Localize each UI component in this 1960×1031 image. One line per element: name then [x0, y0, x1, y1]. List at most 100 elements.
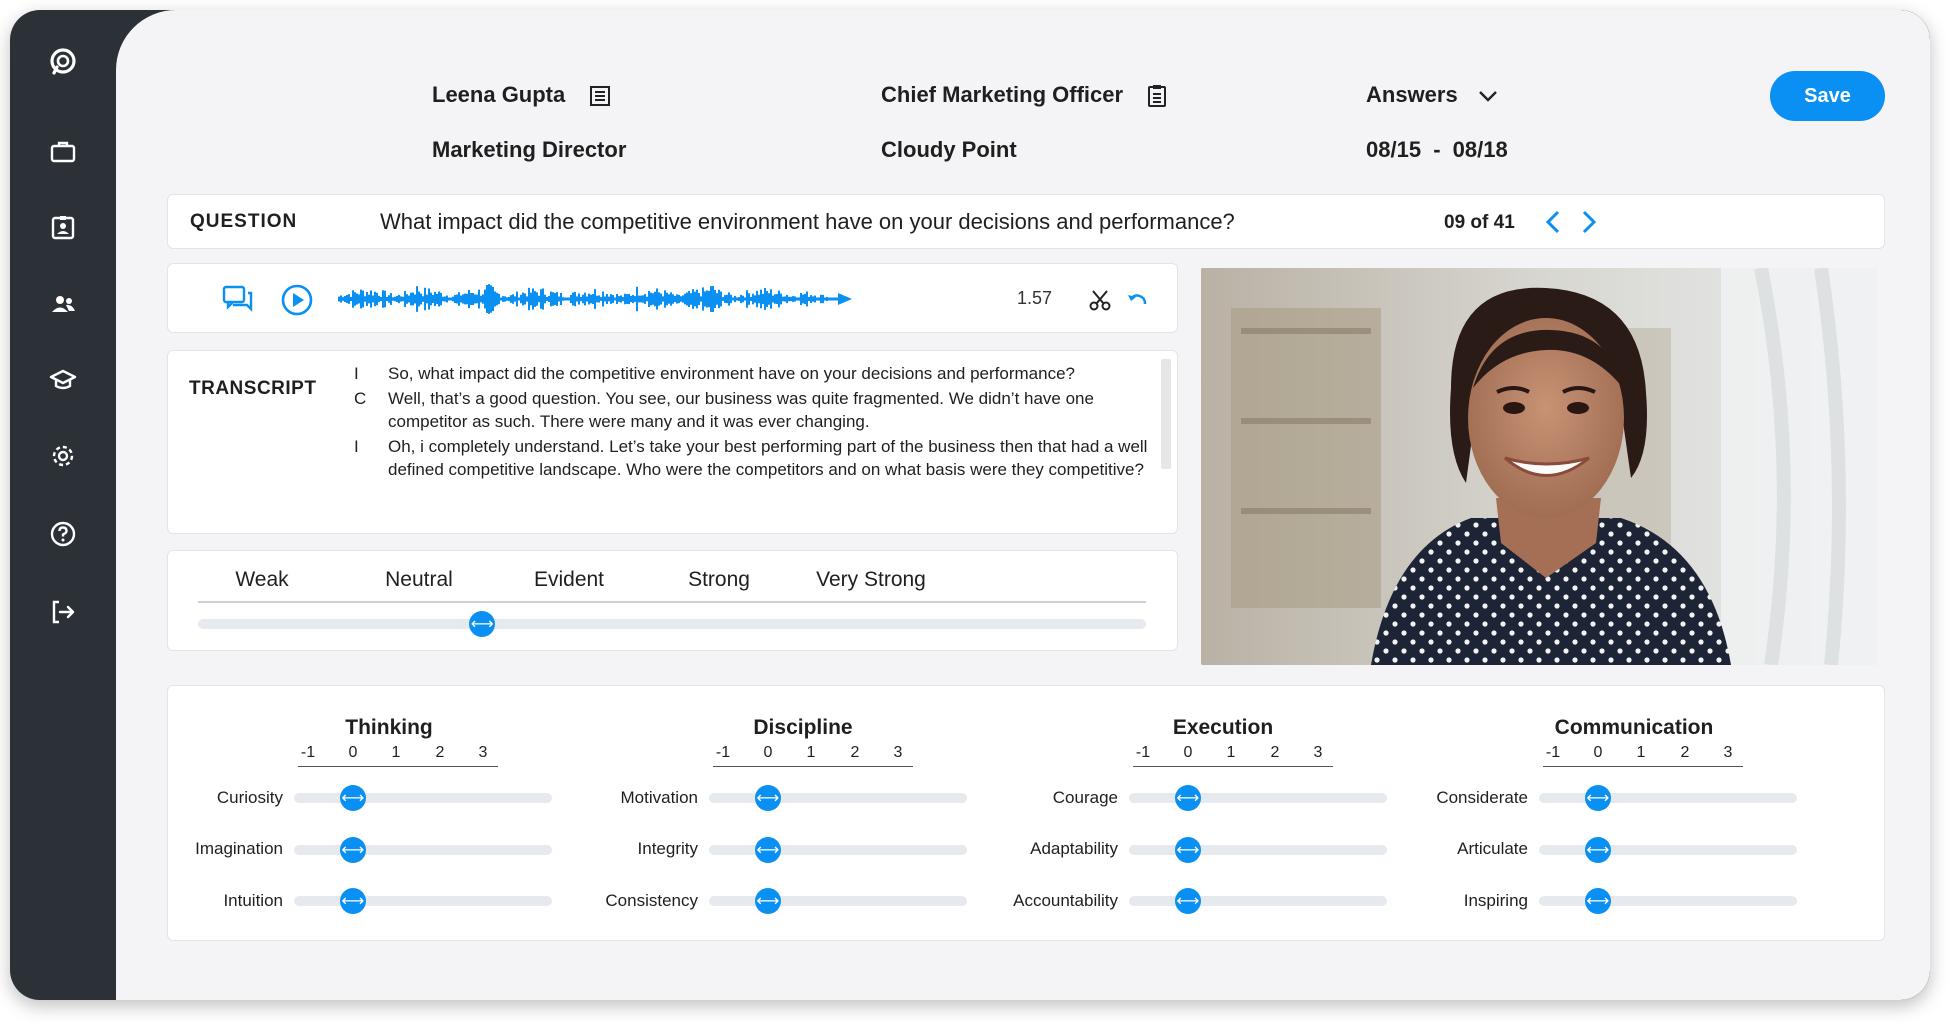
- waveform-bar: [462, 294, 464, 304]
- waveform-bar: [782, 296, 784, 302]
- waveform-bar: [376, 292, 378, 306]
- previous-question-icon[interactable]: [1540, 207, 1568, 237]
- answers-dropdown[interactable]: Answers: [1366, 82, 1498, 108]
- waveform-bar: [710, 286, 712, 312]
- waveform-bar: [598, 295, 600, 303]
- briefcase-icon[interactable]: [43, 132, 83, 172]
- trait-name: Motivation: [620, 788, 698, 807]
- trait-slider-handle[interactable]: ⟷: [340, 888, 366, 914]
- trait-slider-track[interactable]: [294, 793, 552, 803]
- double-arrow-icon: ⟷: [1586, 788, 1610, 807]
- trait-slider-handle[interactable]: ⟷: [755, 785, 781, 811]
- document-list-icon[interactable]: [589, 85, 611, 107]
- trait-slider-track[interactable]: [709, 845, 967, 855]
- graduation-cap-icon[interactable]: [43, 360, 83, 400]
- waveform-bar: [528, 287, 530, 311]
- waveform-bar: [360, 289, 362, 309]
- rating-slider-handle[interactable]: ⟷: [469, 611, 496, 637]
- trait-slider-handle[interactable]: ⟷: [1585, 888, 1611, 914]
- clipboard-icon[interactable]: [1147, 84, 1167, 108]
- waveform-bar: [346, 294, 348, 304]
- comments-icon[interactable]: [222, 285, 254, 315]
- waveform-bar: [470, 293, 472, 305]
- double-arrow-icon: ⟷: [1176, 788, 1200, 807]
- trait-slider-track[interactable]: [1129, 845, 1387, 855]
- waveform-bar: [378, 295, 380, 303]
- rating-label-very-strong[interactable]: Very Strong: [776, 568, 966, 592]
- waveform-bar: [484, 289, 486, 309]
- rating-slider-track[interactable]: [198, 619, 1146, 629]
- users-icon[interactable]: [43, 284, 83, 324]
- trait-slider-handle[interactable]: ⟷: [1175, 888, 1201, 914]
- transcript-scrollbar[interactable]: [1161, 359, 1171, 469]
- scale-tick: 3: [1313, 744, 1323, 761]
- next-question-icon[interactable]: [1574, 207, 1602, 237]
- trait-slider-handle[interactable]: ⟷: [340, 837, 366, 863]
- trait-slider-handle[interactable]: ⟷: [1585, 837, 1611, 863]
- transcript-speaker: C: [354, 389, 367, 408]
- help-icon[interactable]: [43, 514, 83, 554]
- waveform-bar: [668, 294, 670, 304]
- waveform-bar: [552, 292, 554, 306]
- group-title-communication: Communication: [1554, 716, 1714, 739]
- undo-icon[interactable]: [1126, 290, 1148, 310]
- trait-slider-track[interactable]: [294, 896, 552, 906]
- waveform-bar: [412, 292, 414, 306]
- trait-slider-handle[interactable]: ⟷: [755, 888, 781, 914]
- waveform-bar: [434, 291, 436, 307]
- trait-slider-handle[interactable]: ⟷: [1175, 785, 1201, 811]
- trait-slider-track[interactable]: [1539, 896, 1797, 906]
- waveform-bar: [526, 296, 528, 302]
- waveform-bar: [524, 293, 526, 305]
- trait-slider-track[interactable]: [1539, 793, 1797, 803]
- waveform-bar: [572, 292, 574, 306]
- waveform-bar: [708, 290, 710, 308]
- waveform-bar: [780, 293, 782, 305]
- trait-slider-track[interactable]: [709, 793, 967, 803]
- trait-slider-track[interactable]: [1129, 896, 1387, 906]
- waveform-bar: [638, 295, 640, 303]
- waveform-bar: [538, 295, 540, 303]
- chat-logo-icon[interactable]: [43, 42, 83, 82]
- play-icon[interactable]: [280, 283, 314, 317]
- waveform-bar: [494, 291, 496, 307]
- gear-icon[interactable]: [43, 436, 83, 476]
- trait-slider-handle[interactable]: ⟷: [755, 837, 781, 863]
- waveform-bar: [554, 292, 556, 306]
- trait-slider-track[interactable]: [709, 896, 967, 906]
- trait-slider-handle[interactable]: ⟷: [1175, 837, 1201, 863]
- waveform-bar: [444, 296, 446, 302]
- waveform-bar: [774, 294, 776, 304]
- waveform-bar: [742, 295, 744, 303]
- audio-waveform[interactable]: [338, 279, 858, 319]
- waveform-bar: [736, 297, 738, 301]
- scissors-icon[interactable]: [1088, 288, 1112, 312]
- waveform-bar: [832, 297, 834, 301]
- waveform-bar: [530, 292, 532, 306]
- waveform-bar: [574, 291, 576, 307]
- waveform-bar: [442, 296, 444, 302]
- id-card-icon[interactable]: [43, 208, 83, 248]
- save-button[interactable]: Save: [1770, 71, 1885, 121]
- waveform-bar: [402, 296, 404, 302]
- trait-slider-handle[interactable]: ⟷: [1585, 785, 1611, 811]
- waveform-bar: [662, 296, 664, 302]
- candidate-video[interactable]: [1201, 268, 1877, 665]
- waveform-bar: [546, 296, 548, 302]
- waveform-bar: [454, 294, 456, 304]
- trait-slider-track[interactable]: [294, 845, 552, 855]
- waveform-bar: [738, 297, 740, 301]
- scale-tick: 1: [1636, 744, 1646, 761]
- waveform-bar: [348, 294, 350, 304]
- trait-slider-track[interactable]: [1129, 793, 1387, 803]
- scale-tick: 1: [1226, 744, 1236, 761]
- waveform-bar: [634, 296, 636, 302]
- waveform-bar: [810, 295, 812, 303]
- double-arrow-icon: ⟷: [341, 788, 365, 807]
- waveform-bar: [816, 297, 818, 301]
- trait-slider-handle[interactable]: ⟷: [340, 785, 366, 811]
- logout-icon[interactable]: [43, 592, 83, 632]
- waveform-bar: [690, 293, 692, 305]
- trait-slider-track[interactable]: [1539, 845, 1797, 855]
- rating-divider: [198, 601, 1146, 603]
